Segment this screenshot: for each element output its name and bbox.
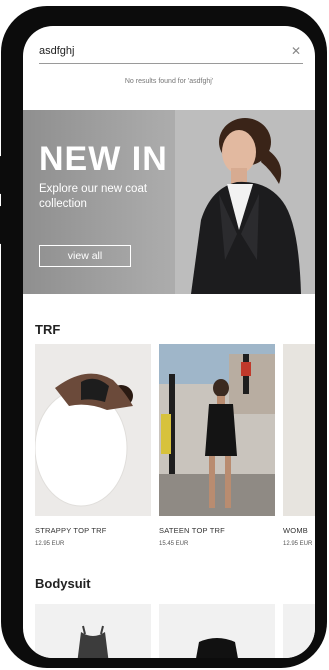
section-title-trf: TRF — [35, 322, 61, 337]
close-icon[interactable]: ✕ — [291, 45, 301, 57]
no-results-message: No results found for 'asdfghj' — [124, 78, 214, 85]
search-input[interactable] — [39, 44, 259, 57]
side-button — [0, 156, 2, 194]
search-bar: ✕ — [39, 38, 303, 64]
product-card[interactable]: SATEEN TOP TRF 15.45 EUR — [159, 344, 275, 547]
product-price: 15.45 EUR — [159, 541, 189, 547]
section-title-bodysuit: Bodysuit — [35, 576, 91, 591]
product-name: WOMB — [283, 526, 308, 535]
product-image — [35, 344, 151, 516]
app-screen: ✕ No results found for 'asdfghj' NEW IN — [23, 26, 315, 658]
hero-model-image — [175, 110, 315, 294]
side-button — [0, 206, 2, 244]
product-image — [159, 344, 275, 516]
product-image — [283, 344, 315, 516]
product-price: 12.95 EUR — [35, 541, 65, 547]
product-name: STRAPPY TOP TRF — [35, 526, 107, 535]
product-image[interactable] — [159, 604, 275, 658]
hero-title: NEW IN — [39, 140, 168, 178]
product-name: SATEEN TOP TRF — [159, 526, 225, 535]
view-all-button[interactable]: view all — [39, 245, 131, 267]
hero-subtitle: Explore our new coat collection — [39, 183, 148, 210]
product-card[interactable]: WOMB 12.95 EUR — [283, 344, 315, 547]
phone-frame: ✕ No results found for 'asdfghj' NEW IN — [0, 6, 327, 668]
product-image[interactable] — [35, 604, 151, 658]
product-card[interactable]: STRAPPY TOP TRF 12.95 EUR — [35, 344, 151, 547]
product-image[interactable] — [283, 604, 315, 658]
product-price: 12.95 EUR — [283, 541, 313, 547]
hero-banner[interactable]: NEW IN Explore our new coat collection v… — [23, 110, 315, 294]
